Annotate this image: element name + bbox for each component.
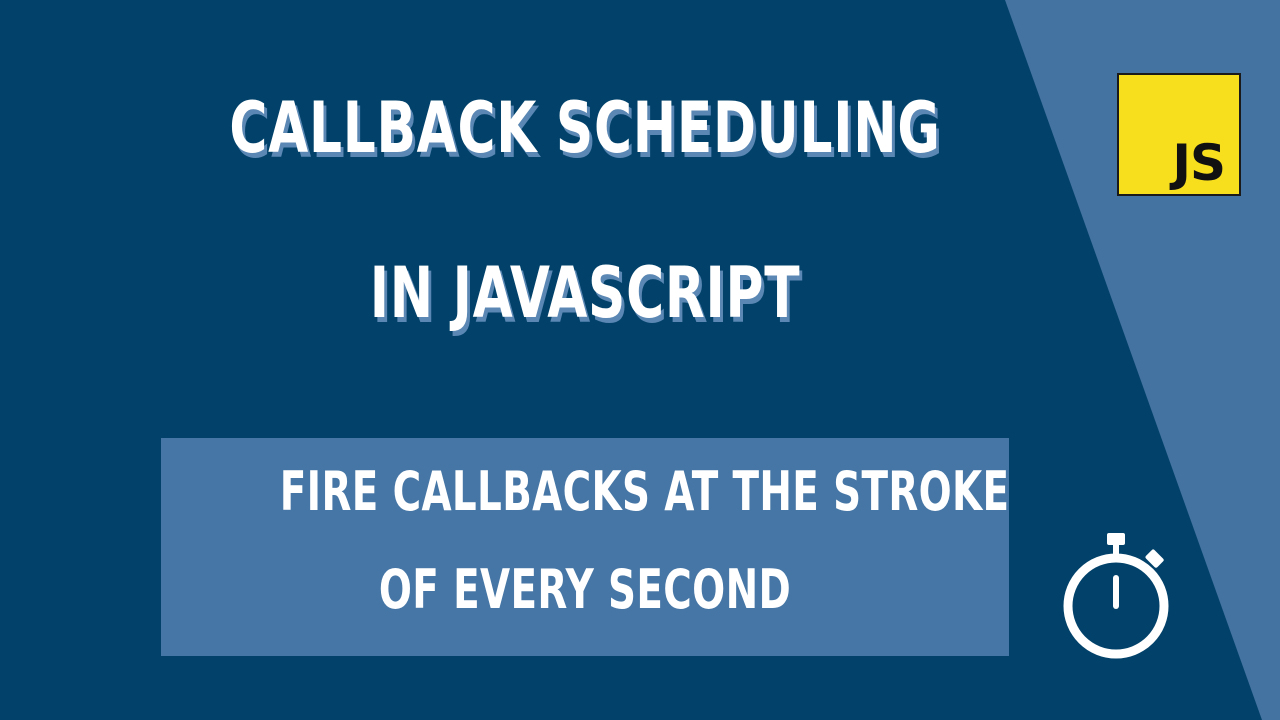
subtitle-box: FIRE CALLBACKS AT THE STROKE OF EVERY SE…	[161, 438, 1009, 656]
title-line-1: CALLBACK SCHEDULING	[229, 87, 941, 169]
stopwatch-icon	[1063, 533, 1169, 659]
logo-text: JS	[1172, 134, 1226, 192]
subtitle-line-1: FIRE CALLBACKS AT THE STROKE	[279, 460, 1010, 523]
title-line-2: IN JAVASCRIPT	[369, 252, 801, 334]
javascript-logo-icon: JS	[1117, 73, 1241, 196]
thumbnail-canvas: CALLBACK SCHEDULING IN JAVASCRIPT FIRE C…	[0, 0, 1280, 720]
subtitle-line-2: OF EVERY SECOND	[378, 558, 792, 621]
